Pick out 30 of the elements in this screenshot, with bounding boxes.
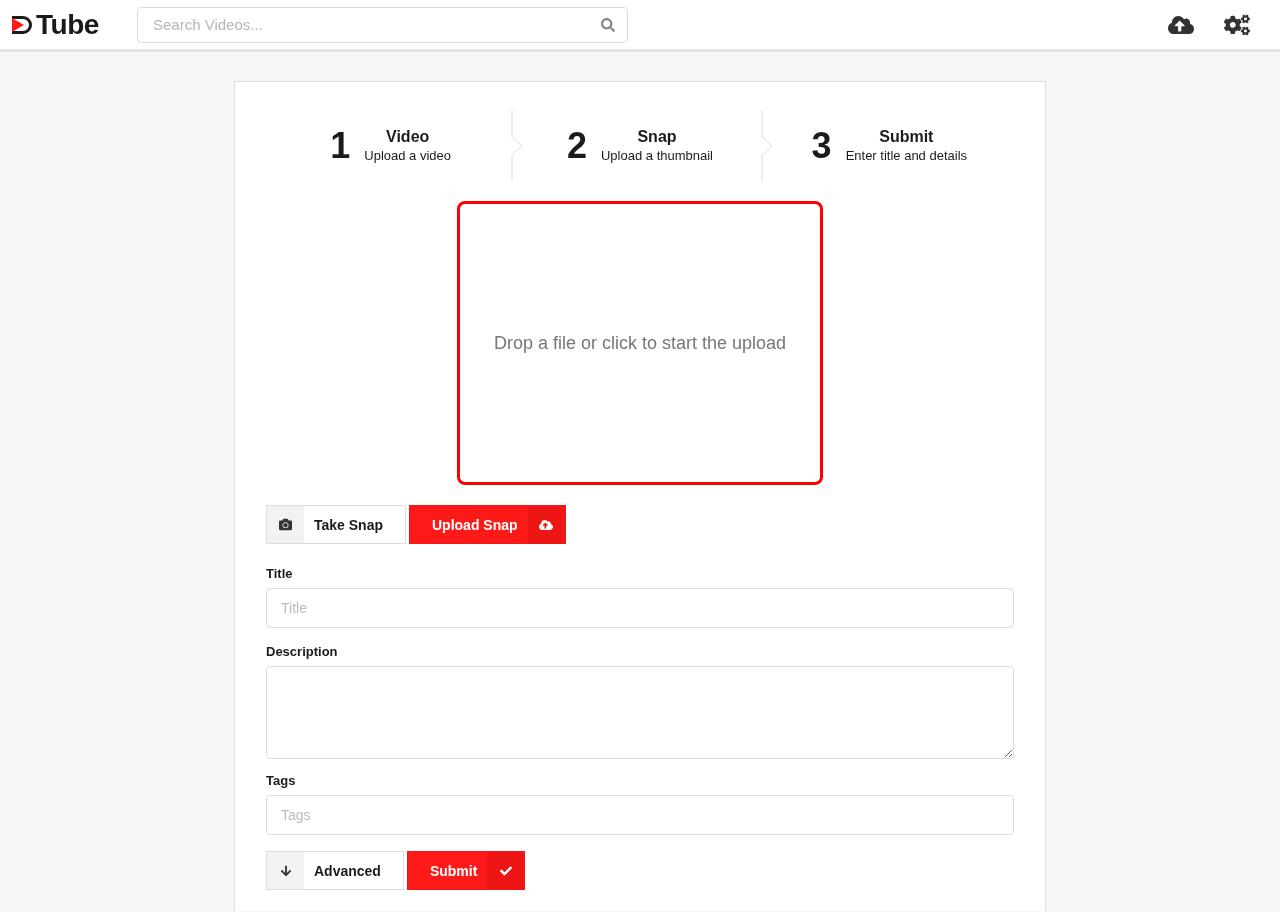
search-icon[interactable]	[601, 17, 615, 32]
step-number: 2	[566, 124, 587, 167]
dropzone[interactable]: Drop a file or click to start the upload	[457, 201, 823, 485]
step-title: Submit	[879, 128, 934, 146]
dropzone-text: Drop a file or click to start the upload	[493, 332, 787, 354]
field-label: Description	[266, 644, 339, 659]
step-title: Video	[386, 128, 430, 146]
input-field[interactable]: Tags	[266, 795, 1014, 835]
field-label: Title	[266, 566, 294, 581]
description-field[interactable]	[266, 666, 1014, 759]
step-divider	[511, 110, 524, 181]
arrow-down-icon	[279, 864, 292, 877]
logo-text: Tube	[36, 8, 99, 41]
secondary-button[interactable]: Take Snap	[266, 505, 406, 544]
step-subtitle: Upload a thumbnail	[601, 148, 713, 163]
input-field[interactable]: Title	[266, 588, 1014, 628]
step-subtitle: Upload a video	[364, 148, 452, 163]
step-number: 1	[330, 124, 351, 167]
cloud-upload-icon	[539, 517, 554, 532]
secondary-button[interactable]: Advanced	[266, 851, 404, 890]
step-divider	[760, 110, 773, 181]
primary-button[interactable]: Submit	[406, 851, 526, 890]
step-number: 3	[811, 124, 832, 167]
search-field[interactable]: Search Videos...	[137, 6, 628, 43]
check-icon	[499, 864, 512, 877]
step-subtitle: Enter title and details	[845, 148, 968, 163]
camera-icon	[279, 518, 292, 531]
step-title: Snap	[637, 128, 677, 146]
primary-button[interactable]: Upload Snap	[409, 505, 566, 544]
field-label: Tags	[266, 773, 297, 788]
